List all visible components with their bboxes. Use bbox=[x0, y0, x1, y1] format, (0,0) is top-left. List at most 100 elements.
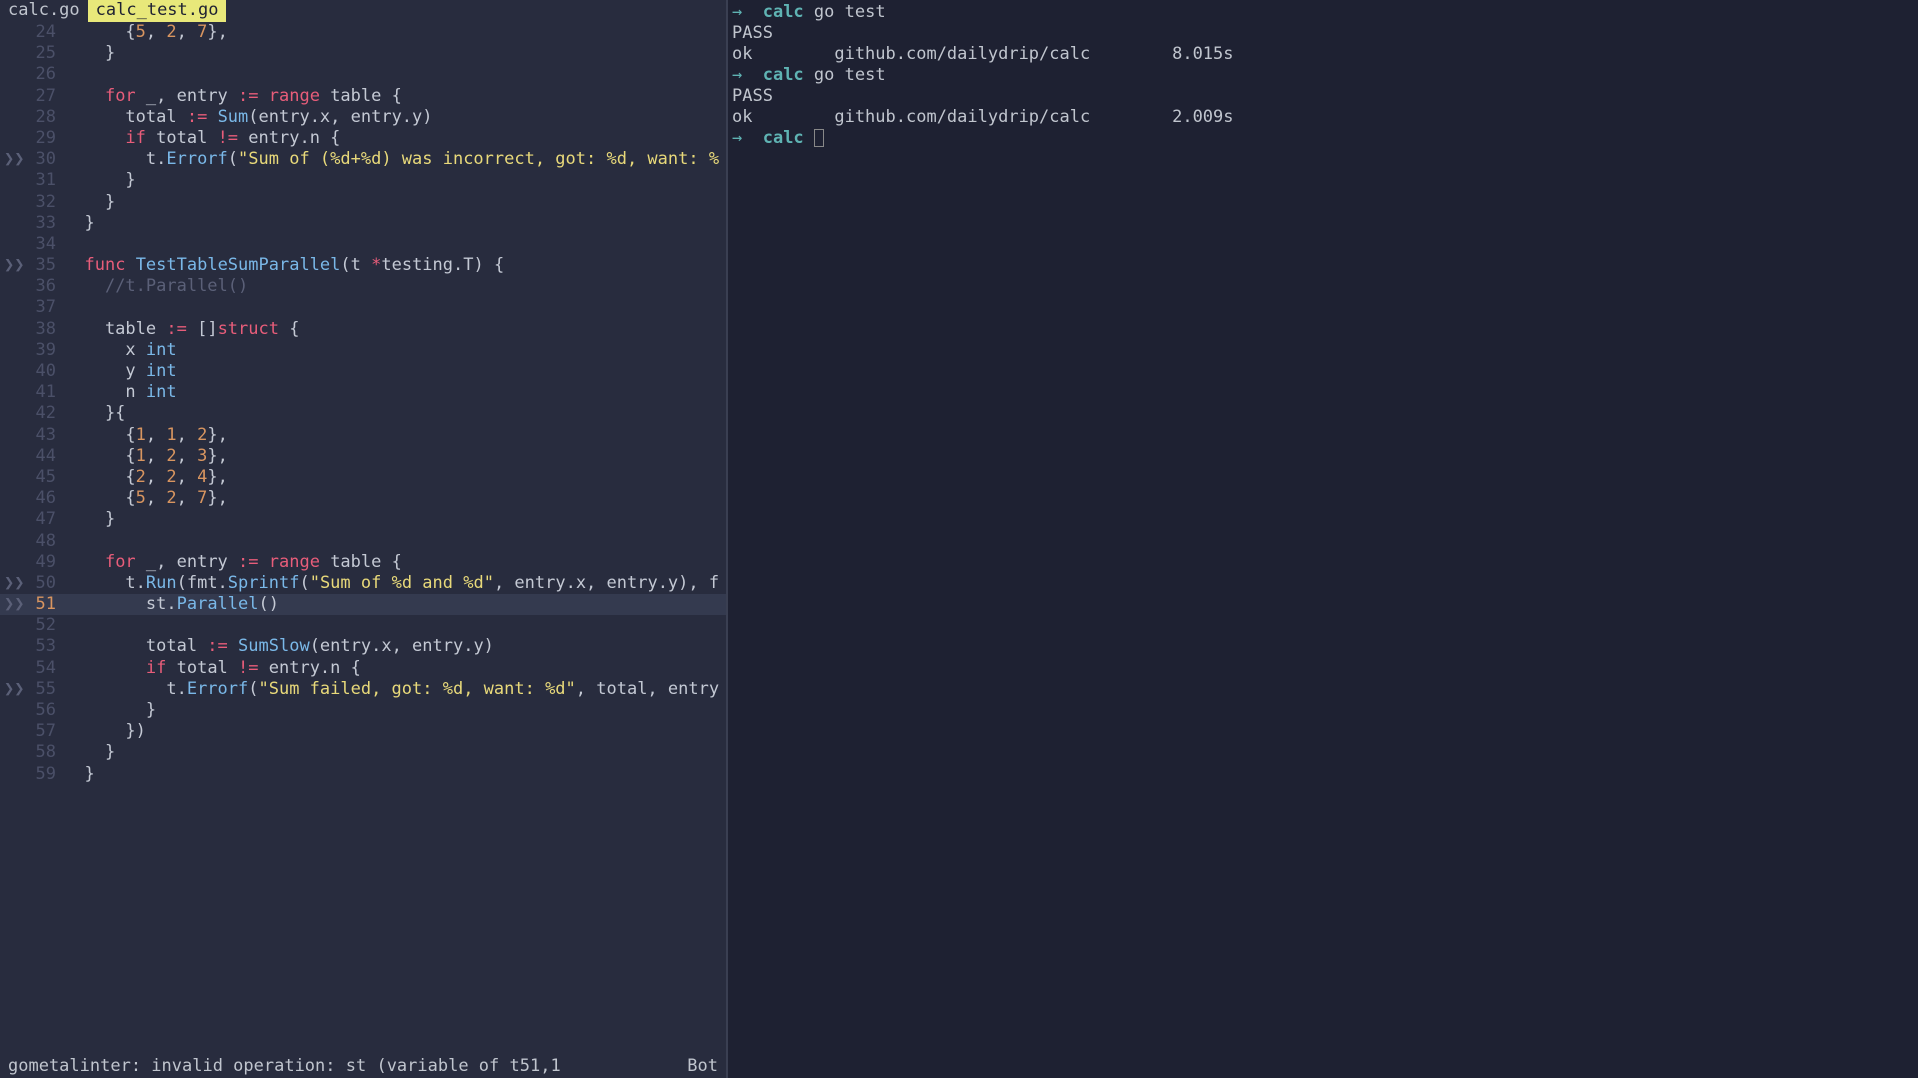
line-number: 48 bbox=[28, 531, 64, 552]
code-line[interactable]: 48 bbox=[0, 531, 726, 552]
code-content: }) bbox=[64, 721, 726, 742]
gutter-marker bbox=[0, 721, 28, 742]
code-line[interactable]: ❯❯51 st.Parallel() bbox=[0, 594, 726, 615]
line-number: 51 bbox=[28, 594, 64, 615]
code-line[interactable]: 38 table := []struct { bbox=[0, 319, 726, 340]
code-line[interactable]: 58 } bbox=[0, 742, 726, 763]
code-line[interactable]: 54 if total != entry.n { bbox=[0, 658, 726, 679]
code-content: } bbox=[64, 170, 726, 191]
terminal-line: → calc go test bbox=[732, 2, 1914, 23]
code-line[interactable]: 57 }) bbox=[0, 721, 726, 742]
code-content: if total != entry.n { bbox=[64, 658, 726, 679]
line-number: 34 bbox=[28, 234, 64, 255]
code-line[interactable]: 33 } bbox=[0, 213, 726, 234]
gutter-marker bbox=[0, 742, 28, 763]
code-line[interactable]: 46 {5, 2, 7}, bbox=[0, 488, 726, 509]
line-number: 40 bbox=[28, 361, 64, 382]
code-line[interactable]: 53 total := SumSlow(entry.x, entry.y) bbox=[0, 636, 726, 657]
code-line[interactable]: 34 bbox=[0, 234, 726, 255]
gutter-marker bbox=[0, 636, 28, 657]
line-number: 50 bbox=[28, 573, 64, 594]
gutter-marker bbox=[0, 361, 28, 382]
code-line[interactable]: 42 }{ bbox=[0, 403, 726, 424]
code-content: for _, entry := range table { bbox=[64, 86, 726, 107]
prompt-arrow-icon: → bbox=[732, 65, 763, 85]
code-line[interactable]: ❯❯55 t.Errorf("Sum failed, got: %d, want… bbox=[0, 679, 726, 700]
code-line[interactable]: 45 {2, 2, 4}, bbox=[0, 467, 726, 488]
code-line[interactable]: 32 } bbox=[0, 192, 726, 213]
gutter-marker bbox=[0, 403, 28, 424]
code-content bbox=[64, 64, 726, 85]
prompt-command: go test bbox=[804, 65, 886, 85]
code-line[interactable]: 56 } bbox=[0, 700, 726, 721]
code-line[interactable]: 28 total := Sum(entry.x, entry.y) bbox=[0, 107, 726, 128]
code-line[interactable]: ❯❯35 func TestTableSumParallel(t *testin… bbox=[0, 255, 726, 276]
gutter-marker bbox=[0, 234, 28, 255]
terminal-line: ok github.com/dailydrip/calc 8.015s bbox=[732, 44, 1914, 65]
code-content: t.Errorf("Sum of (%d+%d) was incorrect, … bbox=[64, 149, 726, 170]
status-bar: gometalinter: invalid operation: st (var… bbox=[0, 1056, 726, 1078]
code-line[interactable]: 27 for _, entry := range table { bbox=[0, 86, 726, 107]
line-number: 37 bbox=[28, 297, 64, 318]
gutter-marker bbox=[0, 446, 28, 467]
gutter-marker bbox=[0, 615, 28, 636]
code-area[interactable]: 24 {5, 2, 7},25 }2627 for _, entry := ra… bbox=[0, 22, 726, 1056]
status-left: gometalinter: invalid operation: st (var… bbox=[8, 1056, 561, 1078]
code-content: func TestTableSumParallel(t *testing.T) … bbox=[64, 255, 726, 276]
tab-bar: calc.go calc_test.go bbox=[0, 0, 726, 22]
code-line[interactable]: 40 y int bbox=[0, 361, 726, 382]
code-line[interactable]: 47 } bbox=[0, 509, 726, 530]
code-content: } bbox=[64, 700, 726, 721]
terminal-line: PASS bbox=[732, 86, 1914, 107]
code-content: } bbox=[64, 213, 726, 234]
code-line[interactable]: 43 {1, 1, 2}, bbox=[0, 425, 726, 446]
code-line[interactable]: 41 n int bbox=[0, 382, 726, 403]
line-number: 52 bbox=[28, 615, 64, 636]
code-content: x int bbox=[64, 340, 726, 361]
code-line[interactable]: 29 if total != entry.n { bbox=[0, 128, 726, 149]
gutter-marker bbox=[0, 86, 28, 107]
code-line[interactable]: ❯❯30 t.Errorf("Sum of (%d+%d) was incorr… bbox=[0, 149, 726, 170]
code-line[interactable]: 59 } bbox=[0, 764, 726, 785]
code-line[interactable]: 36 //t.Parallel() bbox=[0, 276, 726, 297]
code-line[interactable]: 24 {5, 2, 7}, bbox=[0, 22, 726, 43]
tab-calc_test-go[interactable]: calc_test.go bbox=[88, 0, 227, 22]
code-line[interactable]: 37 bbox=[0, 297, 726, 318]
gutter-marker bbox=[0, 128, 28, 149]
line-number: 55 bbox=[28, 679, 64, 700]
code-line[interactable]: 52 bbox=[0, 615, 726, 636]
code-line[interactable]: 25 } bbox=[0, 43, 726, 64]
code-line[interactable]: 49 for _, entry := range table { bbox=[0, 552, 726, 573]
tab-calc-go[interactable]: calc.go bbox=[0, 0, 88, 22]
code-line[interactable]: 39 x int bbox=[0, 340, 726, 361]
code-content: {2, 2, 4}, bbox=[64, 467, 726, 488]
line-number: 45 bbox=[28, 467, 64, 488]
code-content: //t.Parallel() bbox=[64, 276, 726, 297]
line-number: 53 bbox=[28, 636, 64, 657]
gutter-marker bbox=[0, 22, 28, 43]
code-content bbox=[64, 531, 726, 552]
terminal-pane[interactable]: → calc go testPASSok github.com/dailydri… bbox=[728, 0, 1918, 1078]
line-number: 29 bbox=[28, 128, 64, 149]
line-number: 28 bbox=[28, 107, 64, 128]
editor-pane: calc.go calc_test.go 24 {5, 2, 7},25 }26… bbox=[0, 0, 728, 1078]
code-line[interactable]: 26 bbox=[0, 64, 726, 85]
code-line[interactable]: 44 {1, 2, 3}, bbox=[0, 446, 726, 467]
gutter-marker: ❯❯ bbox=[0, 594, 28, 615]
code-line[interactable]: ❯❯50 t.Run(fmt.Sprintf("Sum of %d and %d… bbox=[0, 573, 726, 594]
gutter-marker bbox=[0, 531, 28, 552]
code-line[interactable]: 31 } bbox=[0, 170, 726, 191]
line-number: 56 bbox=[28, 700, 64, 721]
code-content: for _, entry := range table { bbox=[64, 552, 726, 573]
line-number: 44 bbox=[28, 446, 64, 467]
code-content: y int bbox=[64, 361, 726, 382]
prompt-cwd: calc bbox=[763, 65, 804, 85]
prompt-arrow-icon: → bbox=[732, 128, 763, 148]
line-number: 25 bbox=[28, 43, 64, 64]
line-number: 26 bbox=[28, 64, 64, 85]
line-number: 54 bbox=[28, 658, 64, 679]
code-content: } bbox=[64, 764, 726, 785]
gutter-marker: ❯❯ bbox=[0, 573, 28, 594]
gutter-marker bbox=[0, 43, 28, 64]
code-content: } bbox=[64, 192, 726, 213]
